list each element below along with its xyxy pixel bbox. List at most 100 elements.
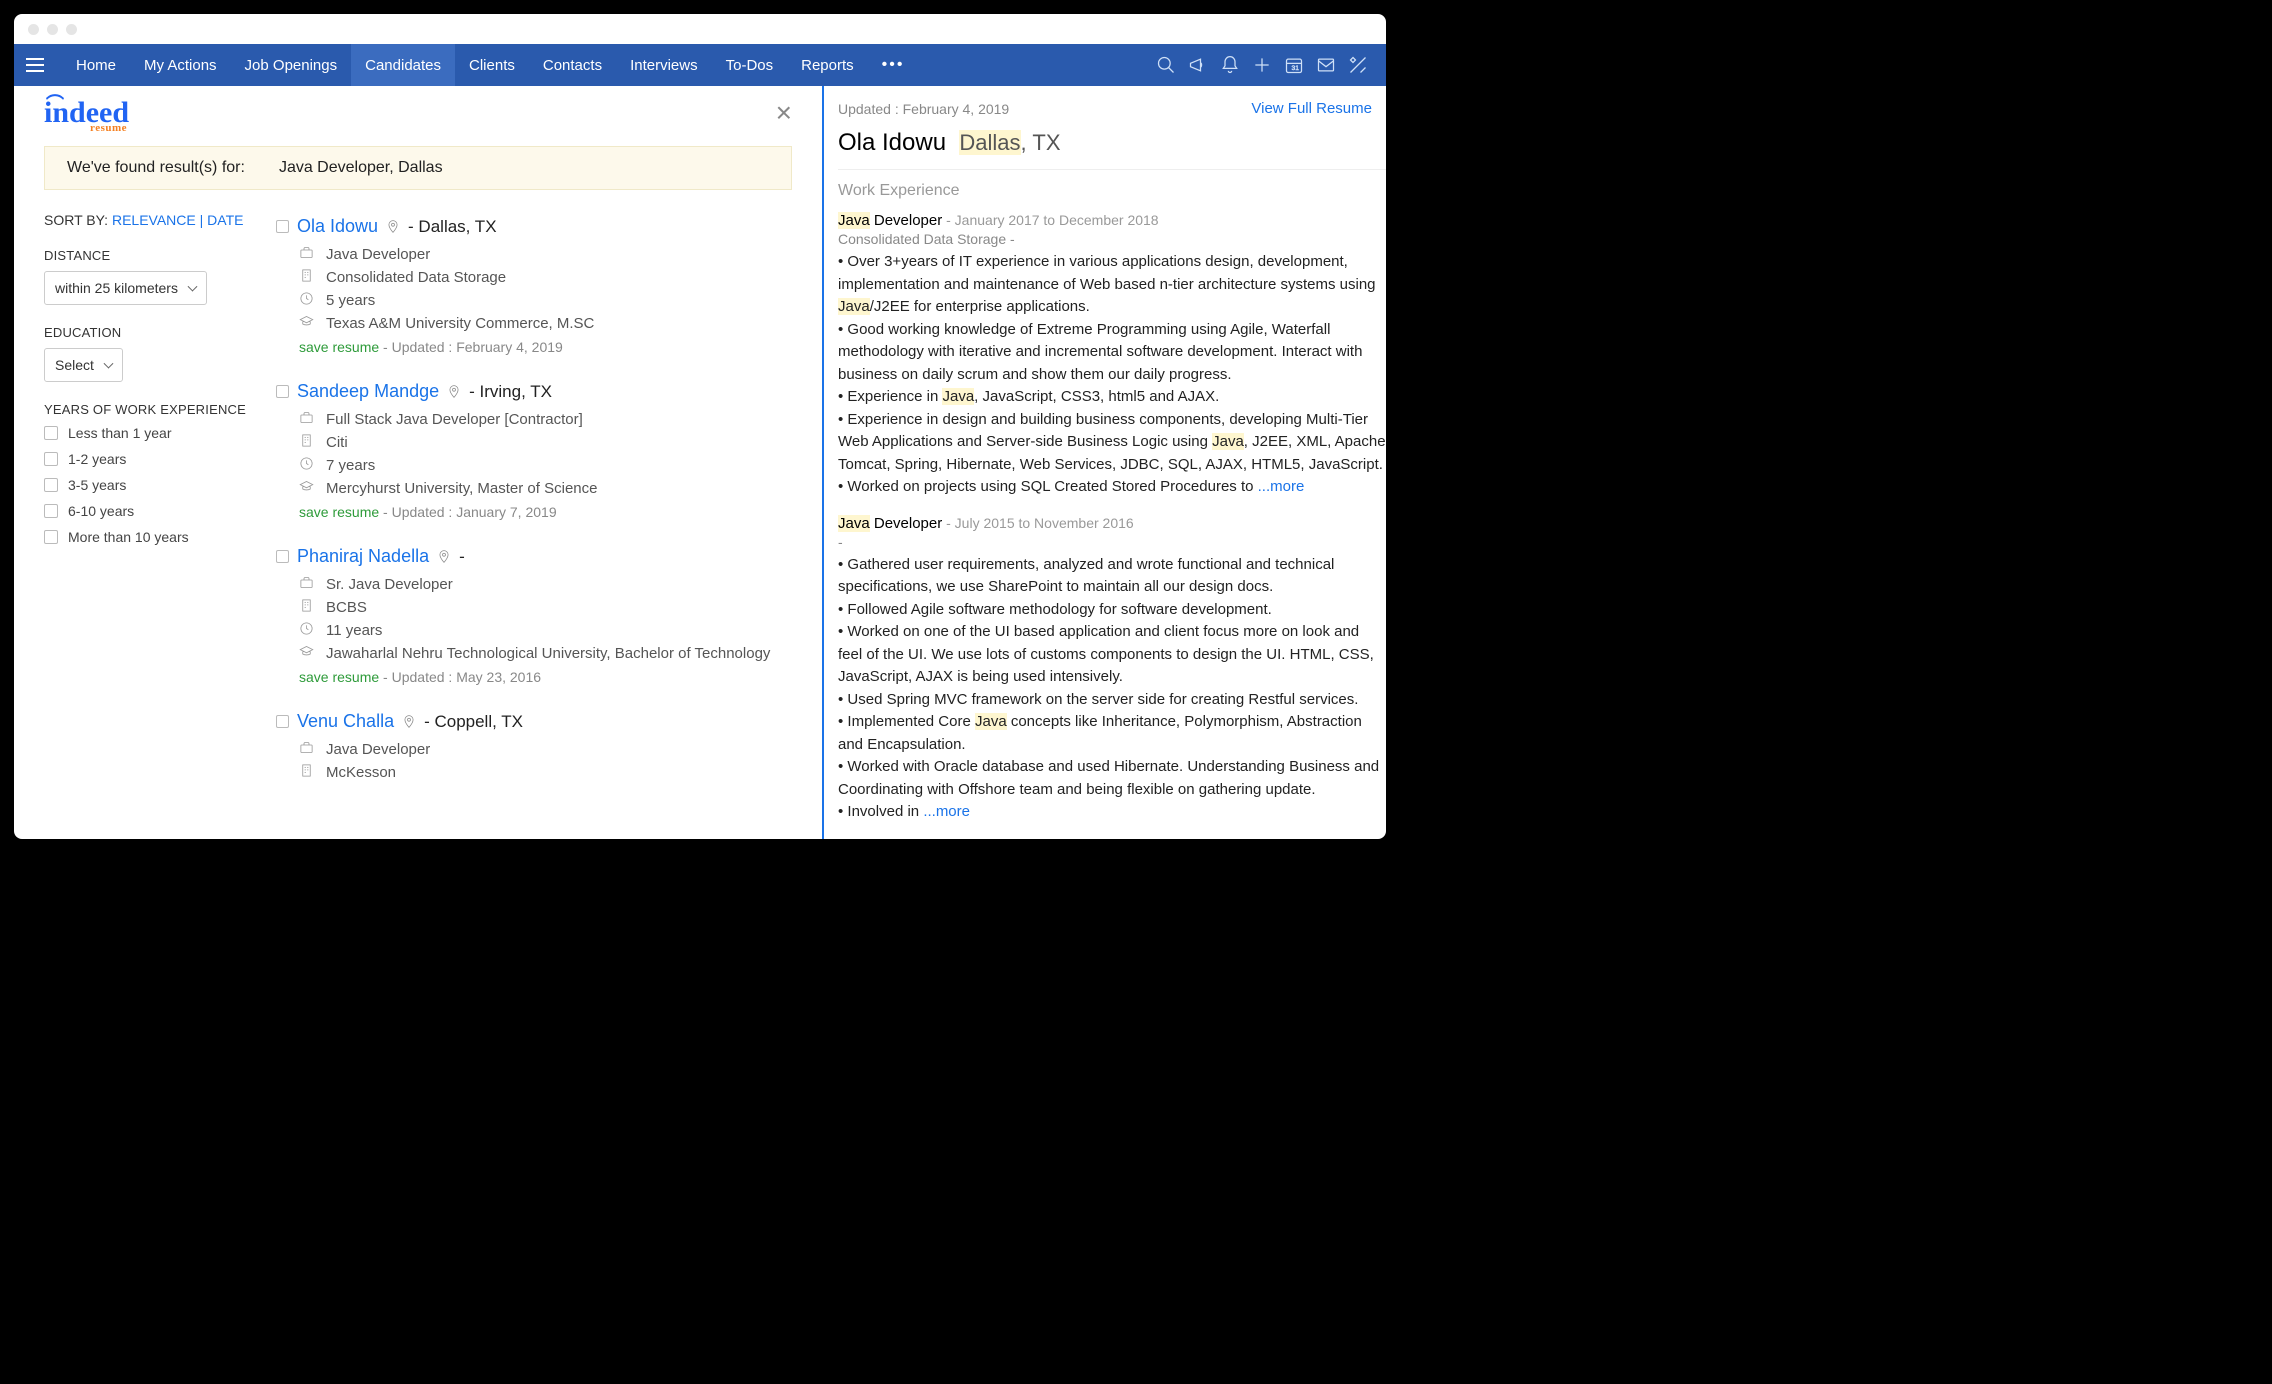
education-label: EDUCATION — [44, 325, 272, 340]
pin-icon — [402, 713, 416, 730]
nav-interviews[interactable]: Interviews — [616, 44, 712, 86]
job-title: Java Developer - July 2015 to November 2… — [838, 515, 1386, 532]
result-location: - Dallas, TX — [408, 217, 497, 237]
updated-text: - Updated : May 23, 2016 — [379, 669, 541, 685]
job-title: Java Developer - January 2017 to Decembe… — [838, 212, 1386, 229]
detail-updated: Updated : February 4, 2019 — [838, 101, 1009, 117]
result-name-link[interactable]: Venu Challa — [297, 711, 394, 732]
save-resume-link[interactable]: save resume — [299, 339, 379, 355]
job-block: Java Developer - January 2017 to Decembe… — [838, 212, 1386, 499]
years-option[interactable]: 1-2 years — [44, 451, 272, 467]
sort-date[interactable]: DATE — [207, 212, 243, 228]
nav-clients[interactable]: Clients — [455, 44, 529, 86]
clock-icon — [299, 621, 314, 640]
result-title: Java Developer — [299, 245, 804, 264]
bell-icon[interactable] — [1214, 44, 1246, 86]
save-resume-link[interactable]: save resume — [299, 669, 379, 685]
more-link[interactable]: ...more — [1258, 478, 1305, 495]
result-company: Citi — [299, 433, 804, 452]
hamburger-icon[interactable] — [26, 58, 44, 72]
pin-icon — [447, 383, 461, 400]
work-experience-heading: Work Experience — [838, 169, 1386, 200]
tools-icon[interactable] — [1342, 44, 1374, 86]
banner-query: Java Developer, Dallas — [279, 159, 443, 177]
result-name-link[interactable]: Sandeep Mandge — [297, 381, 439, 402]
nav-candidates[interactable]: Candidates — [351, 44, 455, 86]
updated-text: - Updated : January 7, 2019 — [379, 504, 556, 520]
job-company: - — [838, 534, 1386, 550]
results-list: Ola Idowu - Dallas, TX Java Developer Conso… — [272, 190, 822, 839]
result-checkbox[interactable] — [276, 715, 289, 728]
years-label: YEARS OF WORK EXPERIENCE — [44, 402, 272, 417]
save-resume-link[interactable]: save resume — [299, 504, 379, 520]
checkbox-icon[interactable] — [44, 426, 58, 440]
top-navbar: HomeMy ActionsJob OpeningsCandidatesClie… — [14, 44, 1386, 86]
job-bullets: • Gathered user requirements, analyzed a… — [838, 554, 1386, 824]
traffic-light-max[interactable] — [66, 24, 77, 35]
updated-text: - Updated : February 4, 2019 — [379, 339, 563, 355]
years-option[interactable]: 3-5 years — [44, 477, 272, 493]
years-option[interactable]: More than 10 years — [44, 529, 272, 545]
education-select[interactable]: Select — [44, 348, 123, 382]
result-name-link[interactable]: Phaniraj Nadella — [297, 546, 429, 567]
pane-pointer-icon — [822, 296, 824, 316]
mail-icon[interactable] — [1310, 44, 1342, 86]
grad-icon — [299, 644, 314, 663]
result-title: Full Stack Java Developer [Contractor] — [299, 410, 804, 429]
filter-sidebar: SORT BY: RELEVANCE | DATE DISTANCE withi… — [14, 190, 272, 839]
nav-contacts[interactable]: Contacts — [529, 44, 616, 86]
candidate-name: Ola Idowu Dallas, TX — [838, 129, 1386, 157]
result-location: - Irving, TX — [469, 382, 552, 402]
announce-icon[interactable] — [1182, 44, 1214, 86]
result-location: - — [459, 547, 465, 567]
plus-icon[interactable] — [1246, 44, 1278, 86]
window-titlebar — [14, 14, 1386, 44]
search-icon[interactable] — [1150, 44, 1182, 86]
nav-reports[interactable]: Reports — [787, 44, 868, 86]
checkbox-icon[interactable] — [44, 452, 58, 466]
nav-job-openings[interactable]: Job Openings — [231, 44, 352, 86]
nav-more-icon[interactable]: ••• — [868, 56, 919, 74]
resume-detail-pane: Updated : February 4, 2019 View Full Res… — [822, 86, 1386, 839]
checkbox-icon[interactable] — [44, 504, 58, 518]
nav-to-dos[interactable]: To-Dos — [712, 44, 788, 86]
checkbox-icon[interactable] — [44, 478, 58, 492]
distance-label: DISTANCE — [44, 248, 272, 263]
nav-my-actions[interactable]: My Actions — [130, 44, 231, 86]
pin-icon — [386, 218, 400, 235]
job-block: Java Developer - July 2015 to November 2… — [838, 515, 1386, 824]
result-name-link[interactable]: Ola Idowu — [297, 216, 378, 237]
result-title: Sr. Java Developer — [299, 575, 804, 594]
nav-home[interactable]: Home — [62, 44, 130, 86]
briefcase-icon — [299, 410, 314, 429]
result-company: McKesson — [299, 763, 804, 782]
traffic-light-close[interactable] — [28, 24, 39, 35]
result-checkbox[interactable] — [276, 220, 289, 233]
view-full-resume-link[interactable]: View Full Resume — [1251, 100, 1372, 117]
result-checkbox[interactable] — [276, 550, 289, 563]
calendar-icon[interactable]: 31 — [1278, 44, 1310, 86]
banner-label: We've found result(s) for: — [67, 159, 245, 177]
traffic-light-min[interactable] — [47, 24, 58, 35]
result-education: Mercyhurst University, Master of Science — [299, 479, 804, 498]
result-checkbox[interactable] — [276, 385, 289, 398]
distance-select[interactable]: within 25 kilometers — [44, 271, 207, 305]
briefcase-icon — [299, 575, 314, 594]
pin-icon — [437, 548, 451, 565]
result-company: BCBS — [299, 598, 804, 617]
sort-row: SORT BY: RELEVANCE | DATE — [44, 212, 272, 228]
close-icon[interactable]: × — [776, 97, 792, 129]
result-company: Consolidated Data Storage — [299, 268, 804, 287]
indeed-logo: ⌒ indeedresume — [44, 96, 129, 130]
result-card: Sandeep Mandge - Irving, TX Full Stack Jav… — [272, 373, 808, 538]
checkbox-icon[interactable] — [44, 530, 58, 544]
years-option[interactable]: 6-10 years — [44, 503, 272, 519]
briefcase-icon — [299, 245, 314, 264]
result-card: Phaniraj Nadella-Sr. Java DeveloperBCBS1… — [272, 538, 808, 703]
years-option[interactable]: Less than 1 year — [44, 425, 272, 441]
building-icon — [299, 268, 314, 287]
more-link[interactable]: ...more — [923, 803, 970, 820]
sort-relevance[interactable]: RELEVANCE — [112, 212, 196, 228]
svg-text:31: 31 — [1292, 65, 1300, 72]
result-education: Texas A&M University Commerce, M.SC — [299, 314, 804, 333]
